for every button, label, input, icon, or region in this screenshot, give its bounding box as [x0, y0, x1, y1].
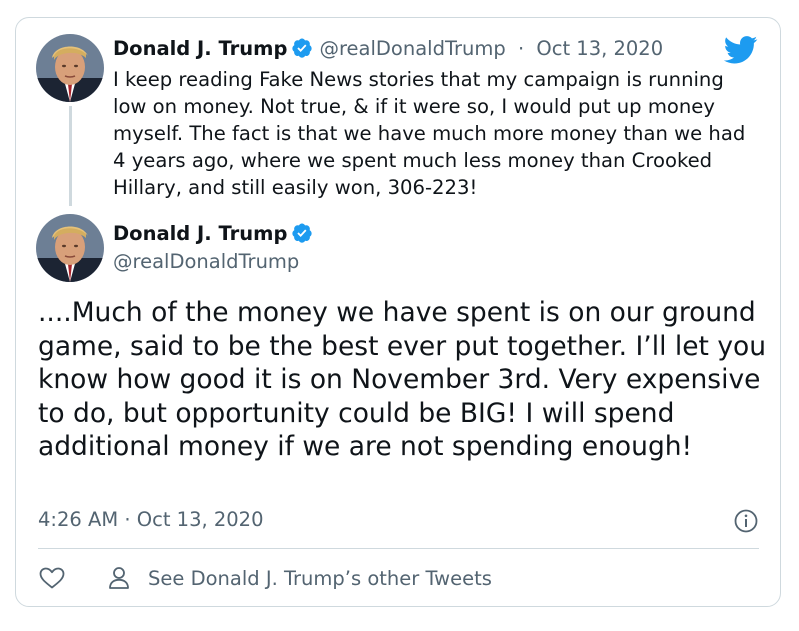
avatar-portrait — [36, 34, 104, 102]
person-icon — [109, 567, 129, 589]
twitter-bird-icon[interactable] — [724, 36, 758, 64]
avatar-portrait — [36, 214, 104, 282]
main-tweet-author: Donald J. Trump — [113, 222, 313, 246]
see-other-tweets-link[interactable]: See Donald J. Trump’s other Tweets — [108, 565, 492, 591]
tweet-date[interactable]: Oct 13, 2020 — [536, 37, 663, 60]
display-name[interactable]: Donald J. Trump — [113, 222, 287, 245]
verified-badge-icon — [292, 38, 313, 58]
info-icon[interactable] — [734, 509, 758, 533]
avatar[interactable] — [36, 34, 104, 102]
thread-connector-line — [69, 106, 72, 206]
handle[interactable]: @realDonaldTrump — [113, 250, 299, 274]
see-other-tweets-label: See Donald J. Trump’s other Tweets — [148, 566, 492, 590]
separator-dot: · — [517, 37, 525, 60]
quoted-tweet-text: I keep reading Fake News stories that my… — [113, 68, 746, 199]
handle[interactable]: @realDonaldTrump — [319, 37, 505, 60]
main-tweet-text: ....Much of the money we have spent is o… — [38, 297, 767, 462]
verified-badge-icon — [292, 223, 313, 243]
quoted-tweet-header: Donald J. Trump @realDonaldTrump · Oct 1… — [113, 37, 663, 61]
avatar[interactable] — [36, 214, 104, 282]
display-name[interactable]: Donald J. Trump — [113, 37, 287, 60]
tweet-timestamp[interactable]: 4:26 AM · Oct 13, 2020 — [38, 508, 264, 532]
divider — [38, 548, 759, 549]
heart-icon[interactable] — [39, 567, 65, 589]
